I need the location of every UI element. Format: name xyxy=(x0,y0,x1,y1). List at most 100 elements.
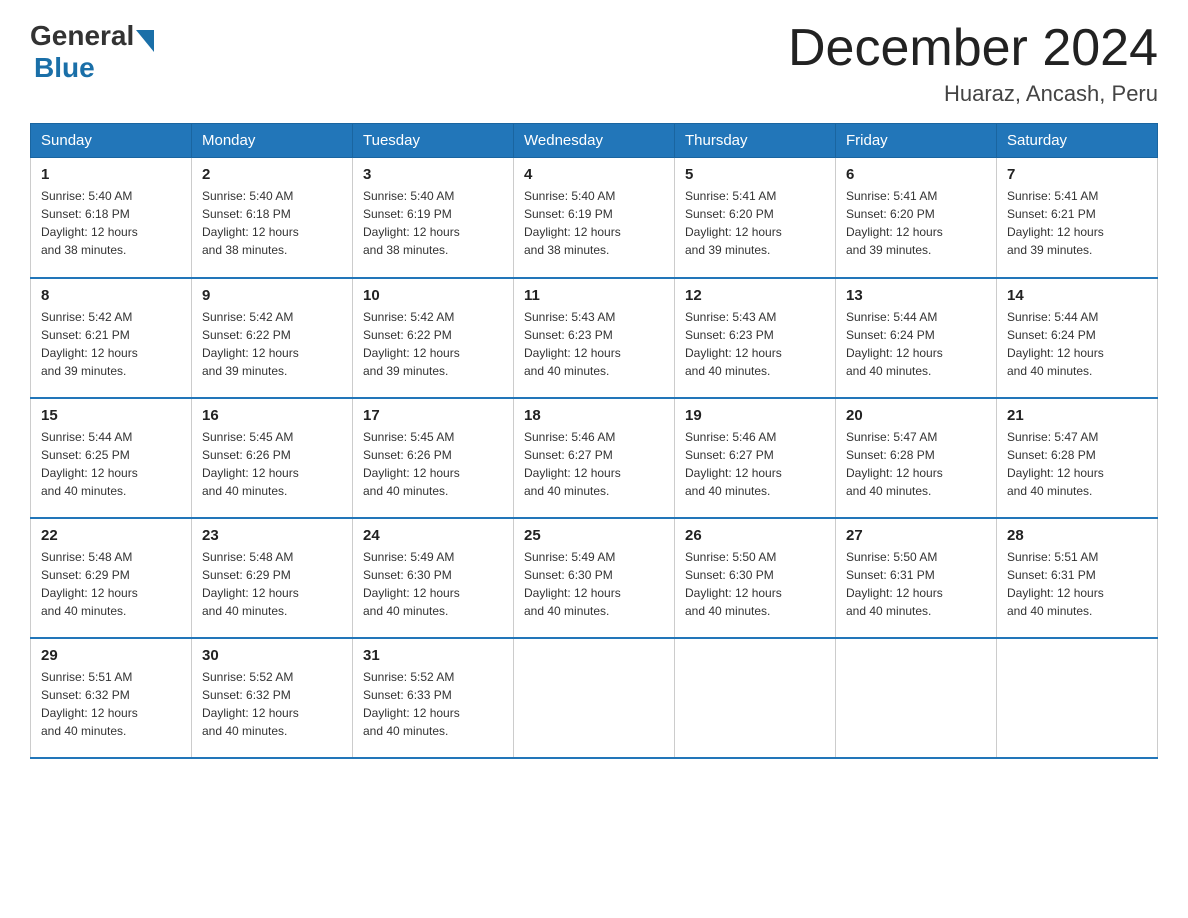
page-subtitle: Huaraz, Ancash, Peru xyxy=(788,81,1158,107)
day-info: Sunrise: 5:48 AM Sunset: 6:29 PM Dayligh… xyxy=(41,548,181,620)
table-row: 31 Sunrise: 5:52 AM Sunset: 6:33 PM Dayl… xyxy=(353,638,514,758)
day-number: 27 xyxy=(846,527,986,544)
day-number: 9 xyxy=(202,287,342,304)
table-row: 25 Sunrise: 5:49 AM Sunset: 6:30 PM Dayl… xyxy=(514,518,675,638)
day-info: Sunrise: 5:40 AM Sunset: 6:18 PM Dayligh… xyxy=(41,187,181,259)
day-info: Sunrise: 5:40 AM Sunset: 6:19 PM Dayligh… xyxy=(363,187,503,259)
day-number: 7 xyxy=(1007,166,1147,183)
day-number: 15 xyxy=(41,407,181,424)
calendar-week-2: 8 Sunrise: 5:42 AM Sunset: 6:21 PM Dayli… xyxy=(31,278,1158,398)
table-row: 7 Sunrise: 5:41 AM Sunset: 6:21 PM Dayli… xyxy=(997,158,1158,278)
day-info: Sunrise: 5:41 AM Sunset: 6:20 PM Dayligh… xyxy=(685,187,825,259)
table-row: 10 Sunrise: 5:42 AM Sunset: 6:22 PM Dayl… xyxy=(353,278,514,398)
table-row: 30 Sunrise: 5:52 AM Sunset: 6:32 PM Dayl… xyxy=(192,638,353,758)
day-number: 12 xyxy=(685,287,825,304)
day-info: Sunrise: 5:49 AM Sunset: 6:30 PM Dayligh… xyxy=(524,548,664,620)
day-number: 29 xyxy=(41,647,181,664)
header-tuesday: Tuesday xyxy=(353,124,514,158)
table-row: 11 Sunrise: 5:43 AM Sunset: 6:23 PM Dayl… xyxy=(514,278,675,398)
header-friday: Friday xyxy=(836,124,997,158)
day-info: Sunrise: 5:43 AM Sunset: 6:23 PM Dayligh… xyxy=(524,308,664,380)
table-row: 1 Sunrise: 5:40 AM Sunset: 6:18 PM Dayli… xyxy=(31,158,192,278)
day-number: 18 xyxy=(524,407,664,424)
day-info: Sunrise: 5:42 AM Sunset: 6:21 PM Dayligh… xyxy=(41,308,181,380)
day-info: Sunrise: 5:40 AM Sunset: 6:19 PM Dayligh… xyxy=(524,187,664,259)
day-number: 16 xyxy=(202,407,342,424)
day-number: 31 xyxy=(363,647,503,664)
day-info: Sunrise: 5:44 AM Sunset: 6:25 PM Dayligh… xyxy=(41,428,181,500)
day-info: Sunrise: 5:46 AM Sunset: 6:27 PM Dayligh… xyxy=(524,428,664,500)
day-number: 26 xyxy=(685,527,825,544)
calendar-week-1: 1 Sunrise: 5:40 AM Sunset: 6:18 PM Dayli… xyxy=(31,158,1158,278)
day-info: Sunrise: 5:51 AM Sunset: 6:32 PM Dayligh… xyxy=(41,668,181,740)
day-info: Sunrise: 5:40 AM Sunset: 6:18 PM Dayligh… xyxy=(202,187,342,259)
day-number: 25 xyxy=(524,527,664,544)
table-row: 21 Sunrise: 5:47 AM Sunset: 6:28 PM Dayl… xyxy=(997,398,1158,518)
header-thursday: Thursday xyxy=(675,124,836,158)
table-row: 4 Sunrise: 5:40 AM Sunset: 6:19 PM Dayli… xyxy=(514,158,675,278)
day-info: Sunrise: 5:43 AM Sunset: 6:23 PM Dayligh… xyxy=(685,308,825,380)
calendar-week-5: 29 Sunrise: 5:51 AM Sunset: 6:32 PM Dayl… xyxy=(31,638,1158,758)
day-info: Sunrise: 5:52 AM Sunset: 6:32 PM Dayligh… xyxy=(202,668,342,740)
day-info: Sunrise: 5:49 AM Sunset: 6:30 PM Dayligh… xyxy=(363,548,503,620)
day-number: 14 xyxy=(1007,287,1147,304)
day-info: Sunrise: 5:50 AM Sunset: 6:31 PM Dayligh… xyxy=(846,548,986,620)
table-row: 27 Sunrise: 5:50 AM Sunset: 6:31 PM Dayl… xyxy=(836,518,997,638)
day-number: 1 xyxy=(41,166,181,183)
day-number: 19 xyxy=(685,407,825,424)
day-number: 23 xyxy=(202,527,342,544)
day-number: 30 xyxy=(202,647,342,664)
day-info: Sunrise: 5:50 AM Sunset: 6:30 PM Dayligh… xyxy=(685,548,825,620)
page-title: December 2024 xyxy=(788,20,1158,77)
header-monday: Monday xyxy=(192,124,353,158)
table-row: 23 Sunrise: 5:48 AM Sunset: 6:29 PM Dayl… xyxy=(192,518,353,638)
day-info: Sunrise: 5:45 AM Sunset: 6:26 PM Dayligh… xyxy=(202,428,342,500)
day-number: 6 xyxy=(846,166,986,183)
table-row: 26 Sunrise: 5:50 AM Sunset: 6:30 PM Dayl… xyxy=(675,518,836,638)
table-row: 3 Sunrise: 5:40 AM Sunset: 6:19 PM Dayli… xyxy=(353,158,514,278)
logo-arrow-icon xyxy=(136,30,154,52)
day-number: 8 xyxy=(41,287,181,304)
day-number: 10 xyxy=(363,287,503,304)
day-number: 21 xyxy=(1007,407,1147,424)
table-row: 13 Sunrise: 5:44 AM Sunset: 6:24 PM Dayl… xyxy=(836,278,997,398)
table-row xyxy=(514,638,675,758)
calendar-table: Sunday Monday Tuesday Wednesday Thursday… xyxy=(30,123,1158,759)
header-saturday: Saturday xyxy=(997,124,1158,158)
day-number: 2 xyxy=(202,166,342,183)
header-sunday: Sunday xyxy=(31,124,192,158)
day-number: 24 xyxy=(363,527,503,544)
day-number: 3 xyxy=(363,166,503,183)
logo-general-text: General xyxy=(30,20,134,52)
day-info: Sunrise: 5:42 AM Sunset: 6:22 PM Dayligh… xyxy=(202,308,342,380)
day-info: Sunrise: 5:45 AM Sunset: 6:26 PM Dayligh… xyxy=(363,428,503,500)
table-row: 6 Sunrise: 5:41 AM Sunset: 6:20 PM Dayli… xyxy=(836,158,997,278)
day-info: Sunrise: 5:47 AM Sunset: 6:28 PM Dayligh… xyxy=(846,428,986,500)
table-row: 19 Sunrise: 5:46 AM Sunset: 6:27 PM Dayl… xyxy=(675,398,836,518)
day-info: Sunrise: 5:47 AM Sunset: 6:28 PM Dayligh… xyxy=(1007,428,1147,500)
table-row: 16 Sunrise: 5:45 AM Sunset: 6:26 PM Dayl… xyxy=(192,398,353,518)
table-row xyxy=(675,638,836,758)
day-number: 28 xyxy=(1007,527,1147,544)
table-row xyxy=(997,638,1158,758)
logo-blue-text: Blue xyxy=(34,52,154,84)
day-info: Sunrise: 5:42 AM Sunset: 6:22 PM Dayligh… xyxy=(363,308,503,380)
table-row: 22 Sunrise: 5:48 AM Sunset: 6:29 PM Dayl… xyxy=(31,518,192,638)
logo: General Blue xyxy=(30,20,154,84)
day-info: Sunrise: 5:44 AM Sunset: 6:24 PM Dayligh… xyxy=(846,308,986,380)
day-info: Sunrise: 5:52 AM Sunset: 6:33 PM Dayligh… xyxy=(363,668,503,740)
table-row: 15 Sunrise: 5:44 AM Sunset: 6:25 PM Dayl… xyxy=(31,398,192,518)
header-wednesday: Wednesday xyxy=(514,124,675,158)
day-number: 4 xyxy=(524,166,664,183)
calendar-week-3: 15 Sunrise: 5:44 AM Sunset: 6:25 PM Dayl… xyxy=(31,398,1158,518)
table-row: 5 Sunrise: 5:41 AM Sunset: 6:20 PM Dayli… xyxy=(675,158,836,278)
calendar-week-4: 22 Sunrise: 5:48 AM Sunset: 6:29 PM Dayl… xyxy=(31,518,1158,638)
title-section: December 2024 Huaraz, Ancash, Peru xyxy=(788,20,1158,107)
table-row: 12 Sunrise: 5:43 AM Sunset: 6:23 PM Dayl… xyxy=(675,278,836,398)
day-info: Sunrise: 5:46 AM Sunset: 6:27 PM Dayligh… xyxy=(685,428,825,500)
day-number: 17 xyxy=(363,407,503,424)
table-row: 28 Sunrise: 5:51 AM Sunset: 6:31 PM Dayl… xyxy=(997,518,1158,638)
table-row: 20 Sunrise: 5:47 AM Sunset: 6:28 PM Dayl… xyxy=(836,398,997,518)
page-header: General Blue December 2024 Huaraz, Ancas… xyxy=(30,20,1158,107)
table-row: 9 Sunrise: 5:42 AM Sunset: 6:22 PM Dayli… xyxy=(192,278,353,398)
